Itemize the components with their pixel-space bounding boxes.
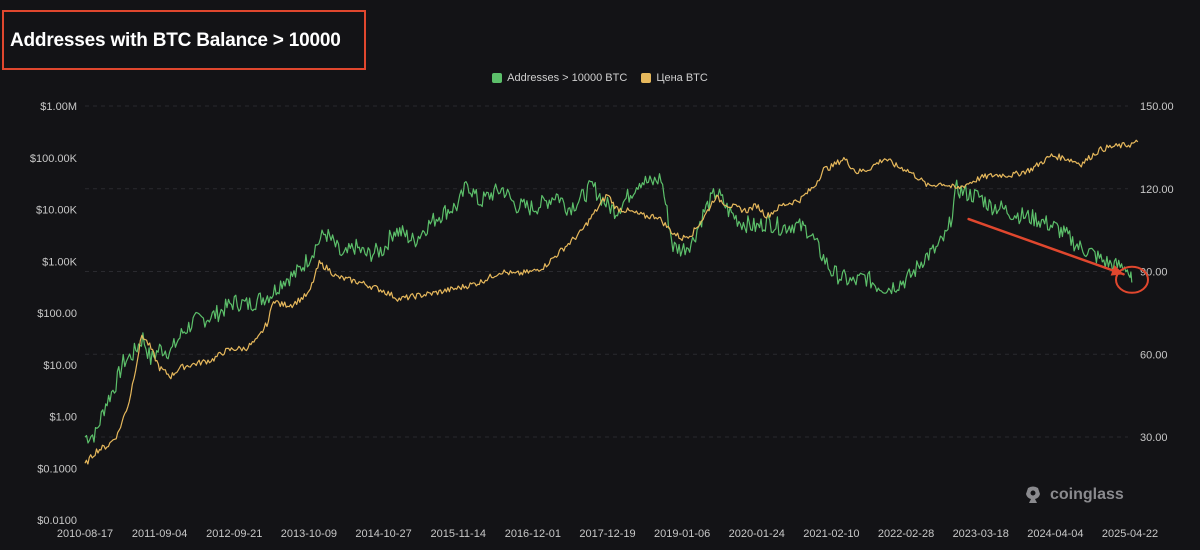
x-tick-label: 2025-04-22 xyxy=(1102,528,1158,540)
y-right-tick-label: 60.00 xyxy=(1140,349,1168,361)
x-tick-label: 2017-12-19 xyxy=(579,528,635,540)
series-line-addresses xyxy=(84,173,1133,444)
x-tick-label: 2014-10-27 xyxy=(355,528,411,540)
x-tick-label: 2022-02-28 xyxy=(878,528,934,540)
y-left-tick-label: $0.0100 xyxy=(37,515,77,527)
watermark-text: coinglass xyxy=(1050,486,1124,503)
y-right-tick-label: 120.00 xyxy=(1140,184,1174,196)
y-left-tick-label: $1.00 xyxy=(49,412,77,424)
coinglass-logo-icon xyxy=(1026,486,1040,503)
x-tick-label: 2021-02-10 xyxy=(803,528,859,540)
series-line-price xyxy=(84,139,1139,465)
chart-canvas: $0.0100 $0.1000 $1.00 $10.00 $100.00 $1.00K $1… xyxy=(30,101,1174,540)
y-right-tick-label: 150.00 xyxy=(1140,101,1174,113)
y-left-tick-label: $100.00K xyxy=(30,153,78,165)
x-tick-label: 2011-09-04 xyxy=(132,528,187,540)
x-tick-label: 2015-11-14 xyxy=(430,528,485,540)
x-tick-label: 2019-01-06 xyxy=(654,528,710,540)
x-tick-label: 2024-04-04 xyxy=(1027,528,1083,540)
x-tick-label: 2010-08-17 xyxy=(57,528,113,540)
y-right-tick-label: 30.00 xyxy=(1140,432,1168,444)
y-left-tick-label: $0.1000 xyxy=(37,463,77,475)
y-left-tick-label: $1.00K xyxy=(42,256,78,268)
x-tick-label: 2012-09-21 xyxy=(206,528,262,540)
y-left-tick-label: $1.00M xyxy=(40,101,77,113)
x-tick-label: 2016-12-01 xyxy=(505,528,561,540)
x-tick-label: 2020-01-24 xyxy=(729,528,785,540)
x-tick-label: 2013-10-09 xyxy=(281,528,337,540)
coinglass-watermark: coinglass xyxy=(1022,484,1124,506)
y-left-tick-label: $10.00K xyxy=(36,205,78,217)
annotation-arrow-line xyxy=(967,217,1125,276)
y-left-tick-label: $10.00 xyxy=(43,360,77,372)
y-left-tick-label: $100.00 xyxy=(37,308,77,320)
x-tick-label: 2023-03-18 xyxy=(953,528,1009,540)
